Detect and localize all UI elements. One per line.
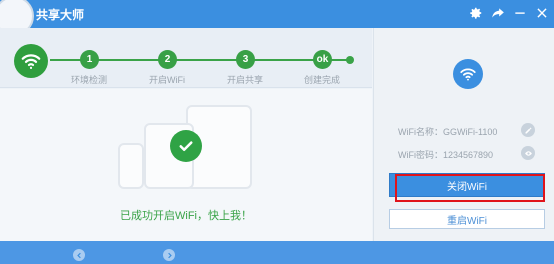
app-title: 共享大师 (36, 8, 85, 22)
wifi-info-badge (453, 59, 483, 89)
phone-illustration (118, 143, 144, 189)
gear-icon (470, 7, 482, 19)
settings-button[interactable] (466, 3, 486, 23)
share-button[interactable] (488, 3, 508, 23)
step-2-label: 开启WiFi (149, 75, 185, 85)
step-3-dot: 3 (236, 50, 255, 69)
minimize-button[interactable] (510, 3, 530, 23)
prev-button[interactable] (73, 249, 85, 261)
success-message: 已成功开启WiFi，快上我！ (120, 210, 252, 222)
edit-wifi-button[interactable] (521, 123, 535, 137)
title-bar[interactable]: 共享大师 (0, 0, 554, 36)
step-3-label: 开启共享 (226, 75, 263, 85)
main-panel: 已成功开启WiFi，快上我！ (0, 89, 372, 241)
pencil-icon (525, 127, 531, 133)
app-window: 共享大师 1 环境检测 2 开启WiFi 3 开启共享 ok 创建完成 已成功开… (0, 0, 554, 264)
step-ok-dot: ok (313, 50, 332, 69)
bottom-bar (0, 241, 554, 264)
close-icon (537, 8, 547, 18)
chevron-left-icon (76, 252, 81, 258)
step-1-dot: 1 (80, 50, 99, 69)
minimize-icon (515, 12, 525, 14)
next-button[interactable] (163, 249, 175, 261)
chevron-right-icon (167, 252, 172, 258)
wifi-name: WiFi名称：GGWiFi-1100 (398, 127, 498, 137)
success-badge (170, 130, 202, 162)
step-1-label: 环境检测 (70, 75, 107, 85)
restart-wifi-button[interactable]: 重启WiFi (389, 209, 545, 229)
check-icon (179, 141, 193, 152)
eye-icon (524, 150, 532, 156)
reveal-password-button[interactable] (521, 146, 535, 160)
wifi-icon (21, 54, 41, 69)
step-2-dot: 2 (158, 50, 177, 69)
step-ok-label: 创建完成 (303, 75, 340, 85)
wifi-password: WiFi密码：1234567890 (398, 150, 494, 160)
share-arrow-icon (492, 8, 504, 18)
wifi-info-panel: WiFi名称：GGWiFi-1100 WiFi密码：1234567890 关闭W… (373, 28, 554, 241)
close-wifi-button[interactable]: 关闭WiFi (389, 173, 545, 197)
wifi-icon (460, 68, 476, 81)
progress-track-end (346, 56, 354, 64)
progress-steps: 1 环境检测 2 开启WiFi 3 开启共享 ok 创建完成 (0, 28, 372, 88)
wifi-status-badge (14, 44, 48, 78)
close-button[interactable] (532, 3, 552, 23)
